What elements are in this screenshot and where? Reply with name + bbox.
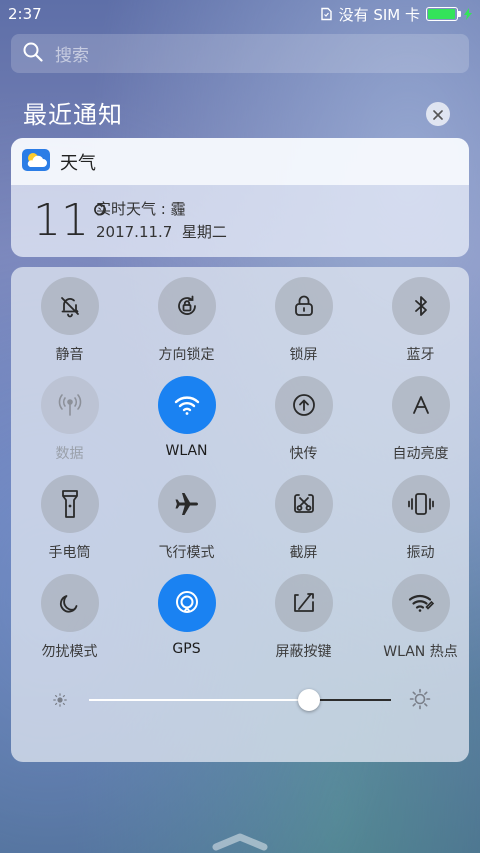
quick-setting-toggle[interactable] [157,574,216,632]
weather-details: 实时天气 : 霾 2017.11.7 星期二 [96,198,227,244]
quick-setting-toggle[interactable] [274,277,333,335]
quick-setting-toggle[interactable] [157,376,216,434]
quick-setting-wifi[interactable]: WLAN [128,376,245,475]
close-icon [433,105,443,124]
clear-notifications-button[interactable] [426,102,450,126]
quick-setting-vibrate[interactable]: 振动 [362,475,479,574]
quick-setting-toggle[interactable] [391,277,450,335]
rotation-lock-icon [174,293,200,319]
quick-setting-lock[interactable]: 锁屏 [245,277,362,376]
weather-app-name: 天气 [60,152,96,174]
wifi-icon [173,393,201,417]
status-right: 没有 SIM 卡 [319,4,472,25]
search-bar[interactable]: 搜索 [11,34,469,73]
sim-card-icon [319,7,333,21]
quick-setting-screenshot[interactable]: 截屏 [245,475,362,574]
moon-icon [59,592,81,614]
brightness-high-icon [409,688,431,714]
quick-setting-toggle[interactable] [274,475,333,533]
brightness-track[interactable] [89,699,391,701]
brightness-slider[interactable] [11,685,469,715]
notifications-title: 最近通知 [23,101,123,129]
bell-off-icon [58,294,82,318]
weather-condition: 实时天气 : 霾 [96,200,186,218]
brightness-low-icon [53,692,67,711]
quick-setting-label: 方向锁定 [158,347,215,363]
quick-setting-toggle[interactable] [40,574,99,632]
mobile-data-icon [55,390,85,420]
quick-setting-label: WLAN 热点 [383,644,458,660]
quick-setting-label: 锁屏 [289,347,318,363]
weather-temperature: 11° [33,195,111,246]
quick-setting-label: 勿扰模式 [41,644,98,660]
quick-setting-label: 振动 [406,545,435,561]
quick-setting-toggle[interactable] [157,277,216,335]
quick-setting-auto-brightness[interactable]: 自动亮度 [362,376,479,475]
airplane-icon [174,491,200,517]
quick-setting-rotation-lock[interactable]: 方向锁定 [128,277,245,376]
quick-setting-label: 截屏 [289,545,318,561]
quick-setting-label: WLAN [165,443,208,459]
quick-setting-hotspot[interactable]: WLAN 热点 [362,574,479,673]
quick-setting-toggle[interactable] [391,475,450,533]
flashlight-icon [61,489,79,519]
bluetooth-icon [411,294,431,318]
quick-setting-label: 自动亮度 [392,446,449,462]
quick-setting-block-keys[interactable]: 屏蔽按键 [245,574,362,673]
quick-transfer-icon [291,392,317,418]
quick-setting-gps[interactable]: GPS [128,574,245,673]
vibrate-icon [407,491,435,517]
quick-setting-toggle[interactable] [40,277,99,335]
screenshot-icon [291,491,317,517]
charging-icon [464,8,472,20]
quick-setting-mobile-data: 数据 [11,376,128,475]
quick-setting-toggle[interactable] [391,574,450,632]
weather-header: 天气 [11,138,469,185]
quick-setting-toggle [40,376,99,434]
weather-notification[interactable]: 天气 11° 实时天气 : 霾 2017.11.7 星期二 [11,138,469,257]
battery-icon [426,7,461,21]
weather-date: 2017.11.7 星期二 [96,223,227,241]
quick-setting-toggle[interactable] [391,376,450,434]
chevron-up-icon[interactable] [212,829,268,853]
quick-settings-grid: 静音 方向锁定 锁屏 蓝牙数据 WLAN 快传 自动亮度手电筒 飞行模式 截屏 振动勿扰模式 GPS… [11,277,469,673]
quick-setting-label: 静音 [55,347,84,363]
quick-setting-label: 数据 [55,446,84,462]
quick-setting-label: GPS [172,641,201,657]
quick-setting-flashlight[interactable]: 手电筒 [11,475,128,574]
auto-brightness-icon [410,394,432,416]
quick-setting-label: 屏蔽按键 [275,644,332,660]
quick-setting-label: 飞行模式 [158,545,215,561]
brightness-fill [89,699,310,701]
quick-setting-label: 手电筒 [48,545,91,561]
status-time: 2:37 [8,5,42,23]
quick-setting-moon[interactable]: 勿扰模式 [11,574,128,673]
quick-settings-panel: 静音 方向锁定 锁屏 蓝牙数据 WLAN 快传 自动亮度手电筒 飞行模式 截屏 振动勿扰模式 GPS… [11,267,469,762]
hotspot-icon [407,591,435,615]
battery-level [428,9,455,19]
quick-setting-label: 快传 [289,446,318,462]
block-keys-icon [291,590,317,616]
quick-setting-toggle[interactable] [157,475,216,533]
gps-icon [173,589,201,617]
sim-status-text: 没有 SIM 卡 [338,5,420,24]
status-bar: 2:37 没有 SIM 卡 [0,0,480,28]
brightness-thumb[interactable] [298,689,321,711]
weather-cloud-icon [22,148,50,175]
quick-setting-bell-off[interactable]: 静音 [11,277,128,376]
quick-setting-airplane[interactable]: 飞行模式 [128,475,245,574]
quick-setting-bluetooth[interactable]: 蓝牙 [362,277,479,376]
quick-setting-toggle[interactable] [274,376,333,434]
quick-setting-label: 蓝牙 [406,347,435,363]
quick-setting-toggle[interactable] [40,475,99,533]
lock-icon [293,294,315,318]
weather-body: 11° 实时天气 : 霾 2017.11.7 星期二 [11,185,469,257]
quick-setting-toggle[interactable] [274,574,333,632]
quick-setting-quick-transfer[interactable]: 快传 [245,376,362,475]
search-placeholder: 搜索 [55,46,89,66]
search-icon [23,42,43,66]
